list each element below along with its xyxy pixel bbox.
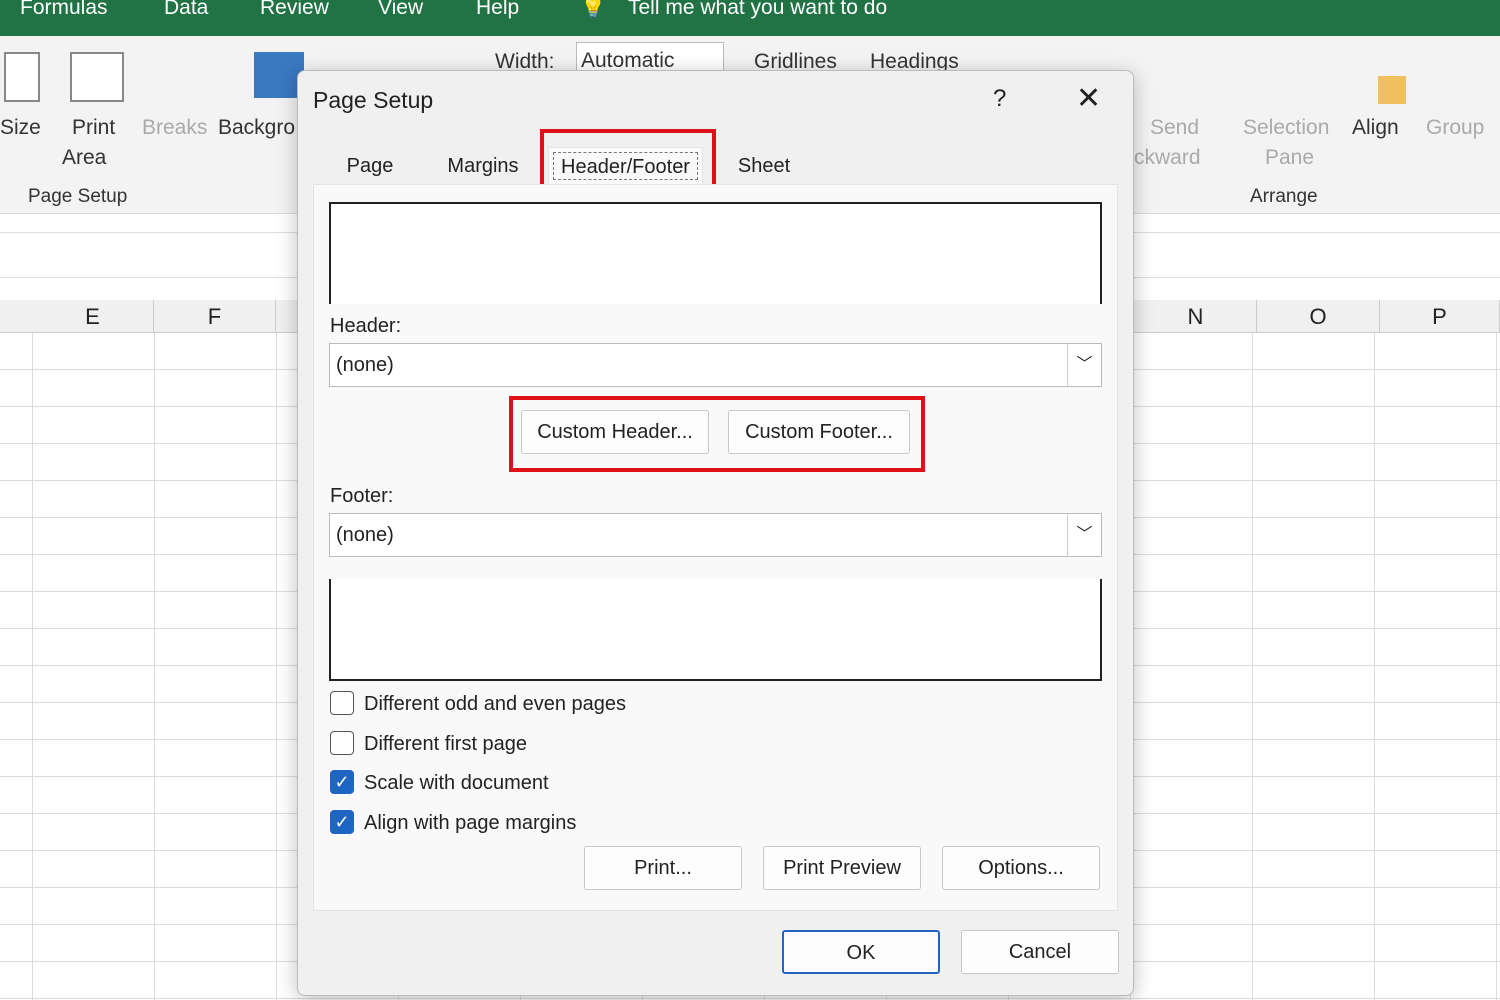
size-icon: [4, 52, 40, 102]
column-p[interactable]: P: [1380, 300, 1500, 333]
send-backward-label: ckward: [1134, 146, 1201, 169]
footer-preview: [329, 579, 1102, 681]
header-preview: [329, 202, 1102, 304]
checkbox-label: Scale with document: [364, 772, 549, 794]
print-area-label: Area: [62, 146, 107, 169]
header-dropdown[interactable]: (none) ﹀: [329, 343, 1102, 387]
check-icon: ✓: [330, 770, 354, 794]
cancel-button[interactable]: Cancel: [961, 930, 1119, 974]
column-f[interactable]: F: [154, 300, 276, 333]
page-setup-dialog: Page Setup ? ✕ Page Margins Header/Foote…: [297, 70, 1134, 996]
header-value: (none): [336, 354, 394, 376]
column-n[interactable]: N: [1135, 300, 1257, 333]
header-label: Header:: [330, 315, 402, 337]
checkbox-label: Different odd and even pages: [364, 693, 627, 715]
tab-view[interactable]: View: [378, 0, 423, 20]
group-button[interactable]: Group: [1426, 116, 1484, 140]
column-o[interactable]: O: [1257, 300, 1380, 333]
checkbox-box: [330, 731, 354, 755]
column-e[interactable]: E: [32, 300, 154, 333]
print-preview-button[interactable]: Print Preview: [763, 846, 921, 890]
align-button[interactable]: Align: [1352, 116, 1399, 140]
custom-header-button[interactable]: Custom Header...: [521, 410, 709, 454]
checkbox-label: Align with page margins: [364, 812, 577, 834]
print-button[interactable]: Print...: [584, 846, 742, 890]
selection-pane-button[interactable]: Selection: [1243, 116, 1329, 140]
selection-pane-label: Pane: [1265, 146, 1315, 169]
ok-button[interactable]: OK: [782, 930, 940, 974]
breaks-button[interactable]: Breaks: [142, 116, 207, 140]
checkbox-label: Different first page: [364, 733, 528, 755]
align-icon: [1378, 76, 1406, 104]
tab-sheet[interactable]: Sheet: [718, 147, 810, 185]
chevron-down-icon: ﹀: [1067, 344, 1101, 386]
tab-formulas[interactable]: Formulas: [20, 0, 108, 20]
custom-footer-button[interactable]: Custom Footer...: [728, 410, 910, 454]
checkbox-scale-with-document[interactable]: ✓ Scale with document: [330, 770, 549, 796]
close-button[interactable]: ✕: [1076, 81, 1101, 116]
print-area-button[interactable]: Print: [72, 116, 115, 140]
background-button[interactable]: Backgro: [218, 116, 295, 140]
lightbulb-icon: 💡: [580, 0, 607, 19]
checkbox-align-with-margins[interactable]: ✓ Align with page margins: [330, 810, 576, 836]
tab-data[interactable]: Data: [164, 0, 208, 20]
checkbox-different-odd-even[interactable]: Different odd and even pages: [330, 691, 626, 717]
footer-value: (none): [336, 524, 394, 546]
tell-me-search[interactable]: Tell me what you want to do: [628, 0, 887, 20]
help-button[interactable]: ?: [993, 85, 1006, 113]
footer-dropdown[interactable]: (none) ﹀: [329, 513, 1102, 557]
send-backward-button[interactable]: Send: [1150, 116, 1199, 140]
print-area-icon: [70, 52, 124, 102]
tab-margins[interactable]: Margins: [428, 147, 538, 185]
size-button[interactable]: Size: [0, 116, 41, 140]
menu-bar: Formulas Data Review View Help 💡 Tell me…: [0, 0, 1500, 36]
check-icon: ✓: [330, 810, 354, 834]
tab-review[interactable]: Review: [260, 0, 329, 20]
group-arrange: Arrange: [1250, 186, 1318, 207]
group-page-setup: Page Setup: [28, 186, 128, 207]
tab-page[interactable]: Page: [328, 147, 412, 185]
options-button[interactable]: Options...: [942, 846, 1100, 890]
tab-help[interactable]: Help: [476, 0, 519, 20]
chevron-down-icon: ﹀: [1067, 514, 1101, 556]
dialog-title: Page Setup: [313, 87, 434, 113]
checkbox-different-first-page[interactable]: Different first page: [330, 731, 527, 757]
footer-label: Footer:: [330, 485, 394, 507]
checkbox-box: [330, 691, 354, 715]
